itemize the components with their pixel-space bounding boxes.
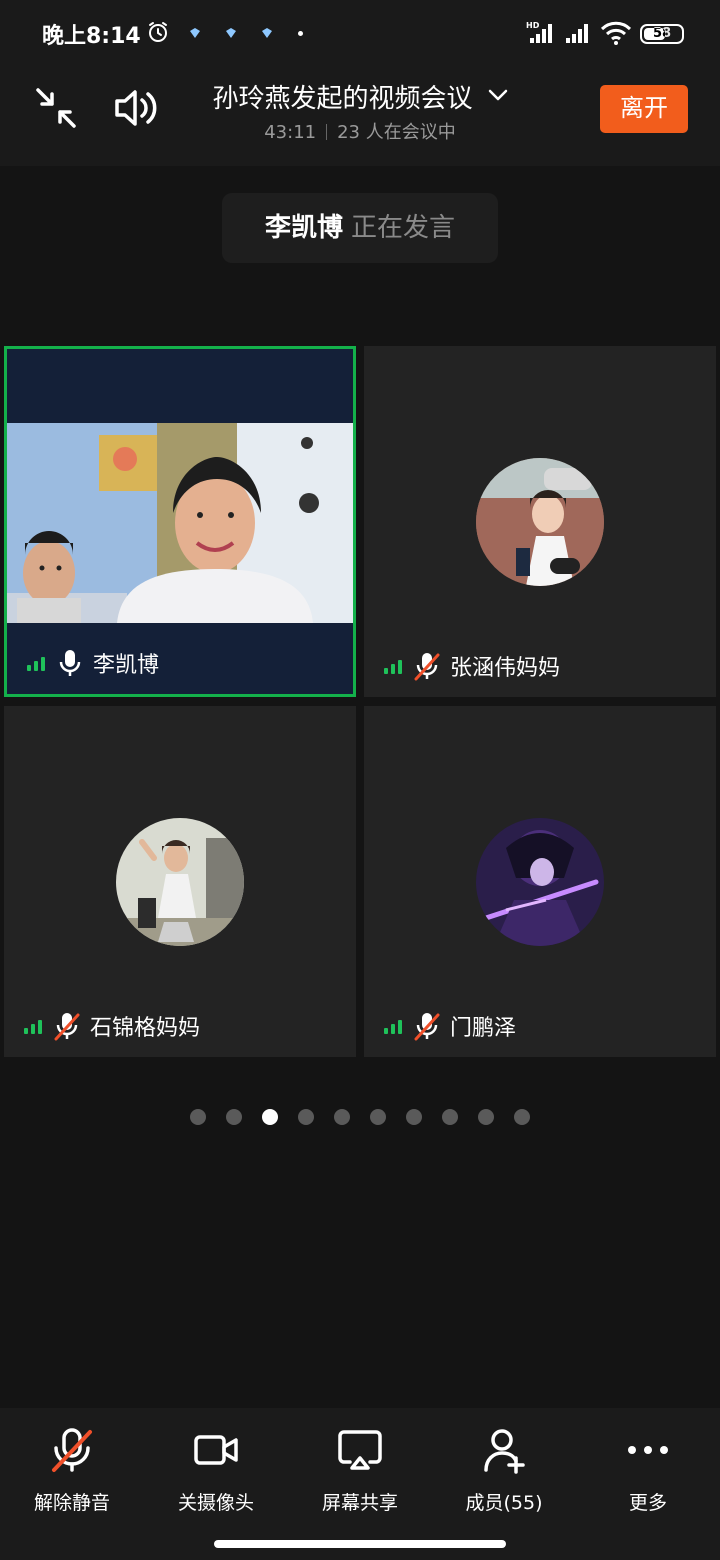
signal-icon <box>566 24 588 43</box>
participant-video <box>7 423 353 623</box>
hd-signal-icon: HD <box>526 21 552 43</box>
participant-footer: 石锦格妈妈 <box>24 1011 200 1041</box>
more-button[interactable]: 更多 <box>576 1426 720 1526</box>
page-indicator[interactable] <box>0 1109 720 1127</box>
minimize-icon[interactable] <box>34 86 78 130</box>
participant-footer: 李凯博 <box>27 648 159 678</box>
screen-share-icon <box>338 1430 382 1470</box>
page-dot[interactable] <box>190 1109 206 1125</box>
members-label: 成员(55) <box>465 1492 543 1514</box>
signal-strength-icon <box>384 1018 402 1034</box>
participant-name: 门鹏泽 <box>450 1016 517 1041</box>
avatar-image <box>476 818 604 946</box>
page-dot[interactable] <box>226 1109 242 1125</box>
participant-footer: 门鹏泽 <box>384 1011 516 1041</box>
more-icon <box>628 1446 668 1454</box>
meeting-elapsed: 43:11 <box>264 122 317 143</box>
app-icon <box>190 28 200 38</box>
home-indicator[interactable] <box>214 1540 506 1548</box>
page-dot[interactable] <box>334 1109 350 1125</box>
speaker-icon[interactable] <box>112 86 160 130</box>
video-frame <box>7 423 353 623</box>
leave-button[interactable]: 离开 <box>600 85 688 133</box>
page-dot[interactable] <box>370 1109 386 1125</box>
page-dot[interactable] <box>298 1109 314 1125</box>
mic-muted-icon <box>414 1013 440 1041</box>
battery-level: 58 <box>652 26 672 41</box>
mic-muted-icon <box>54 1013 80 1041</box>
participant-tile[interactable]: 张涵伟妈妈 <box>364 346 716 697</box>
status-bar: 晚上8:14 HD 58 <box>0 0 720 66</box>
unmute-button[interactable]: 解除静音 <box>0 1426 144 1526</box>
video-camera-icon <box>194 1435 238 1465</box>
page-dot[interactable] <box>406 1109 422 1125</box>
battery-icon: 58 <box>640 24 684 44</box>
add-member-icon <box>484 1429 525 1474</box>
meeting-header: 孙玲燕发起的视频会议 43:11 23 人在会议中 离开 <box>0 66 720 166</box>
page-dot[interactable] <box>442 1109 458 1125</box>
mic-muted-icon <box>414 653 440 681</box>
avatar <box>116 818 244 946</box>
app-icon <box>226 28 236 38</box>
participant-footer: 张涵伟妈妈 <box>384 651 560 681</box>
participant-name: 李凯博 <box>93 653 160 678</box>
svg-text:HD: HD <box>526 21 540 30</box>
participant-tile[interactable]: 门鹏泽 <box>364 706 716 1057</box>
page-dot-active[interactable] <box>262 1109 278 1125</box>
page-dot[interactable] <box>478 1109 494 1125</box>
meeting-title-button[interactable]: 孙玲燕发起的视频会议 <box>180 78 540 115</box>
signal-strength-icon <box>384 658 402 674</box>
screen-share-label: 屏幕共享 <box>321 1492 398 1514</box>
avatar <box>476 818 604 946</box>
speaker-status: 正在发言 <box>351 213 456 243</box>
page-dot[interactable] <box>514 1109 530 1125</box>
signal-strength-icon <box>24 1018 42 1034</box>
camera-label: 关摄像头 <box>177 1492 254 1514</box>
meeting-attendance: 23 人在会议中 <box>337 122 456 143</box>
avatar <box>476 458 604 586</box>
avatar-image <box>116 818 244 946</box>
mic-icon <box>59 650 81 676</box>
more-label: 更多 <box>628 1492 667 1514</box>
participant-tile[interactable]: 石锦格妈妈 <box>4 706 356 1057</box>
notification-dot <box>298 31 303 36</box>
bottom-toolbar: 解除静音 关摄像头 屏幕共享 成员(55) 更多 <box>0 1408 720 1560</box>
speaker-name: 李凯博 <box>264 213 343 243</box>
participant-name: 张涵伟妈妈 <box>450 656 561 681</box>
alarm-icon <box>149 22 167 42</box>
meeting-subtitle: 43:11 23 人在会议中 <box>180 118 540 144</box>
participant-tile[interactable]: 李凯博 <box>4 346 356 697</box>
meeting-title: 孙玲燕发起的视频会议 <box>212 84 473 114</box>
divider <box>326 124 328 140</box>
wifi-icon <box>600 21 632 45</box>
participant-name: 石锦格妈妈 <box>90 1016 201 1041</box>
unmute-label: 解除静音 <box>33 1492 110 1514</box>
members-button[interactable]: 成员(55) <box>432 1426 576 1526</box>
signal-strength-icon <box>27 655 45 671</box>
chevron-down-icon <box>488 89 507 101</box>
screen-share-button[interactable]: 屏幕共享 <box>288 1426 432 1526</box>
app-icon <box>262 28 272 38</box>
camera-button[interactable]: 关摄像头 <box>144 1426 288 1526</box>
avatar-image <box>476 458 604 586</box>
speaking-indicator: 李凯博 正在发言 <box>222 193 498 263</box>
status-time: 晚上8:14 <box>42 24 141 49</box>
mic-muted-icon <box>52 1428 92 1472</box>
